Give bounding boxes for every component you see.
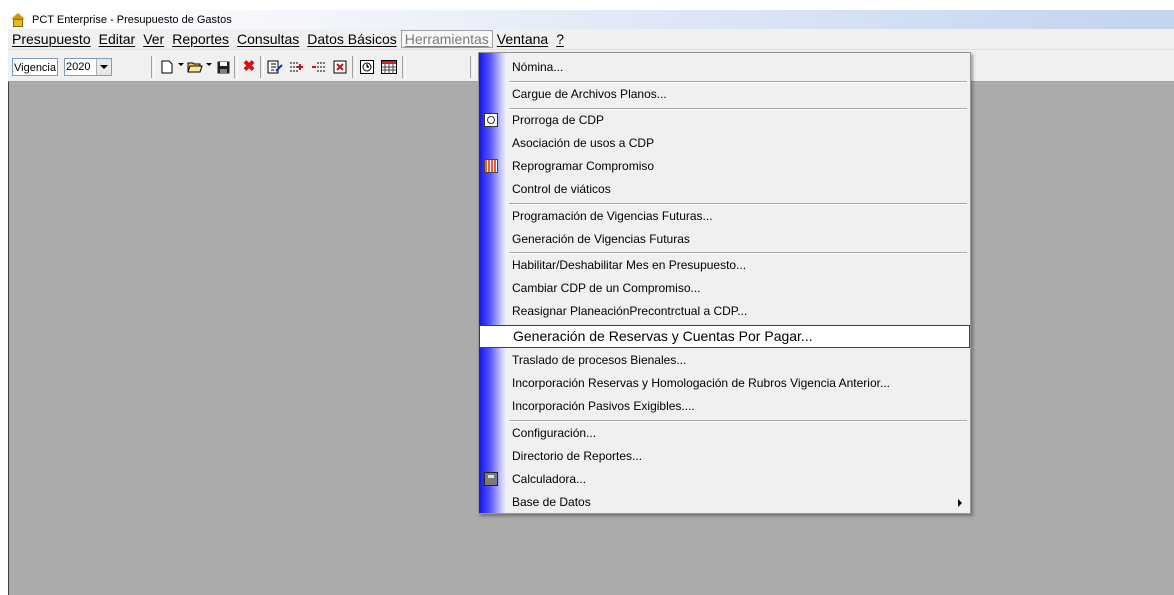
remove-rows-icon[interactable] (310, 58, 328, 76)
insert-rows-icon[interactable] (288, 58, 306, 76)
menu-bar: Presupuesto Editar Ver Reportes Consulta… (8, 29, 1174, 50)
menu-item-label: Programación de Vigencias Futuras... (512, 209, 713, 223)
menu-item-base-datos[interactable]: Base de Datos (479, 491, 970, 514)
menu-item-generacion-vigencias[interactable]: Generación de Vigencias Futuras (479, 228, 970, 251)
toolbar-separator (402, 56, 406, 78)
menu-item-habilitar-mes[interactable]: Habilitar/Deshabilitar Mes en Presupuest… (479, 254, 970, 277)
menu-item-label: Incorporación Pasivos Exigibles.... (512, 399, 695, 413)
menu-presupuesto[interactable]: Presupuesto (8, 30, 95, 48)
menu-item-label: Traslado de procesos Bienales... (512, 353, 687, 367)
open-dropdown-icon[interactable] (206, 63, 212, 66)
menu-item-reasignar-planeacion[interactable]: Reasignar PlaneaciónPrecontrctual a CDP.… (479, 300, 970, 323)
menu-item-generacion-reservas[interactable]: Generación de Reservas y Cuentas Por Pag… (479, 325, 970, 348)
menu-item-configuracion[interactable]: Configuración... (479, 422, 970, 445)
menu-item-calculadora[interactable]: Calculadora... (479, 468, 970, 491)
clock-icon (484, 113, 498, 127)
menu-item-cambiar-cdp[interactable]: Cambiar CDP de un Compromiso... (479, 277, 970, 300)
menu-reportes[interactable]: Reportes (168, 30, 233, 48)
toolbar-separator (234, 56, 238, 78)
menu-item-label: Asociación de usos a CDP (512, 136, 655, 150)
menu-item-label: Directorio de Reportes... (512, 449, 643, 463)
menu-ventana[interactable]: Ventana (493, 30, 552, 48)
menu-item-programacion-vigencias[interactable]: Programación de Vigencias Futuras... (479, 205, 970, 228)
toolbar-separator (260, 56, 264, 78)
menu-ver[interactable]: Ver (139, 30, 168, 48)
menu-item-label: Base de Datos (512, 495, 591, 509)
vigencia-value: 2020 (66, 61, 91, 73)
toolbar-separator (151, 56, 155, 78)
menu-item-label: Cambiar CDP de un Compromiso... (512, 281, 701, 295)
calendar-icon (484, 159, 498, 173)
menu-item-asociacion-usos[interactable]: Asociación de usos a CDP (479, 132, 970, 155)
title-bar: PCT Enterprise - Presupuesto de Gastos (8, 10, 1174, 29)
delete-icon[interactable]: ✖ (240, 58, 258, 76)
menu-help[interactable]: ? (552, 30, 568, 48)
vigencia-select[interactable]: 2020 (64, 58, 112, 76)
menu-item-nomina[interactable]: Nómina... (479, 56, 970, 79)
calendar-icon[interactable] (380, 58, 398, 76)
menu-item-incorporacion-reservas[interactable]: Incorporación Reservas y Homologación de… (479, 372, 970, 395)
menu-item-cargue-archivos[interactable]: Cargue de Archivos Planos... (479, 83, 970, 106)
menu-item-label: Nómina... (512, 60, 564, 74)
menu-item-reprogramar-compromiso[interactable]: Reprogramar Compromiso (479, 155, 970, 178)
save-icon[interactable] (214, 58, 232, 76)
menu-item-label: Reasignar PlaneaciónPrecontrctual a CDP.… (512, 304, 748, 318)
app-logo-icon (10, 12, 26, 27)
menu-consultas[interactable]: Consultas (233, 30, 303, 48)
menu-item-label: Incorporación Reservas y Homologación de… (512, 376, 890, 390)
toolbar-separator (470, 56, 474, 78)
clear-icon[interactable] (332, 58, 350, 76)
edit-icon[interactable] (266, 58, 284, 76)
new-dropdown-icon[interactable] (178, 63, 184, 66)
menu-item-traslado-bienales[interactable]: Traslado de procesos Bienales... (479, 349, 970, 372)
menu-item-label: Configuración... (512, 426, 597, 440)
menu-herramientas[interactable]: Herramientas (400, 30, 493, 48)
menu-item-label: Prorroga de CDP (512, 113, 605, 127)
new-document-icon[interactable] (158, 58, 176, 76)
chevron-down-icon[interactable] (96, 59, 111, 75)
menu-item-incorporacion-pasivos[interactable]: Incorporación Pasivos Exigibles.... (479, 395, 970, 418)
menu-item-directorio-reportes[interactable]: Directorio de Reportes... (479, 445, 970, 468)
open-folder-icon[interactable] (186, 58, 204, 76)
menu-item-label: Reprogramar Compromiso (512, 159, 655, 173)
toolbar-separator (352, 56, 356, 78)
menu-item-label: Calculadora... (512, 472, 587, 486)
menu-item-label: Generación de Vigencias Futuras (512, 232, 690, 246)
menu-datos-basicos[interactable]: Datos Básicos (303, 30, 400, 48)
menu-item-label: Control de viáticos (512, 182, 611, 196)
herramientas-menu: Nómina... Cargue de Archivos Planos... P… (478, 52, 971, 514)
submenu-arrow-icon (958, 499, 962, 507)
calculator-icon (484, 472, 498, 486)
menu-item-label: Habilitar/Deshabilitar Mes en Presupuest… (512, 258, 747, 272)
vigencia-label: Vigencia (12, 58, 58, 76)
menu-item-control-viaticos[interactable]: Control de viáticos (479, 178, 970, 201)
menu-item-label: Generación de Reservas y Cuentas Por Pag… (513, 328, 813, 344)
menu-editar[interactable]: Editar (95, 30, 140, 48)
window-title: PCT Enterprise - Presupuesto de Gastos (32, 13, 232, 26)
menu-item-prorroga-cdp[interactable]: Prorroga de CDP (479, 109, 970, 132)
clock-icon[interactable] (358, 58, 376, 76)
menu-item-label: Cargue de Archivos Planos... (512, 87, 667, 101)
